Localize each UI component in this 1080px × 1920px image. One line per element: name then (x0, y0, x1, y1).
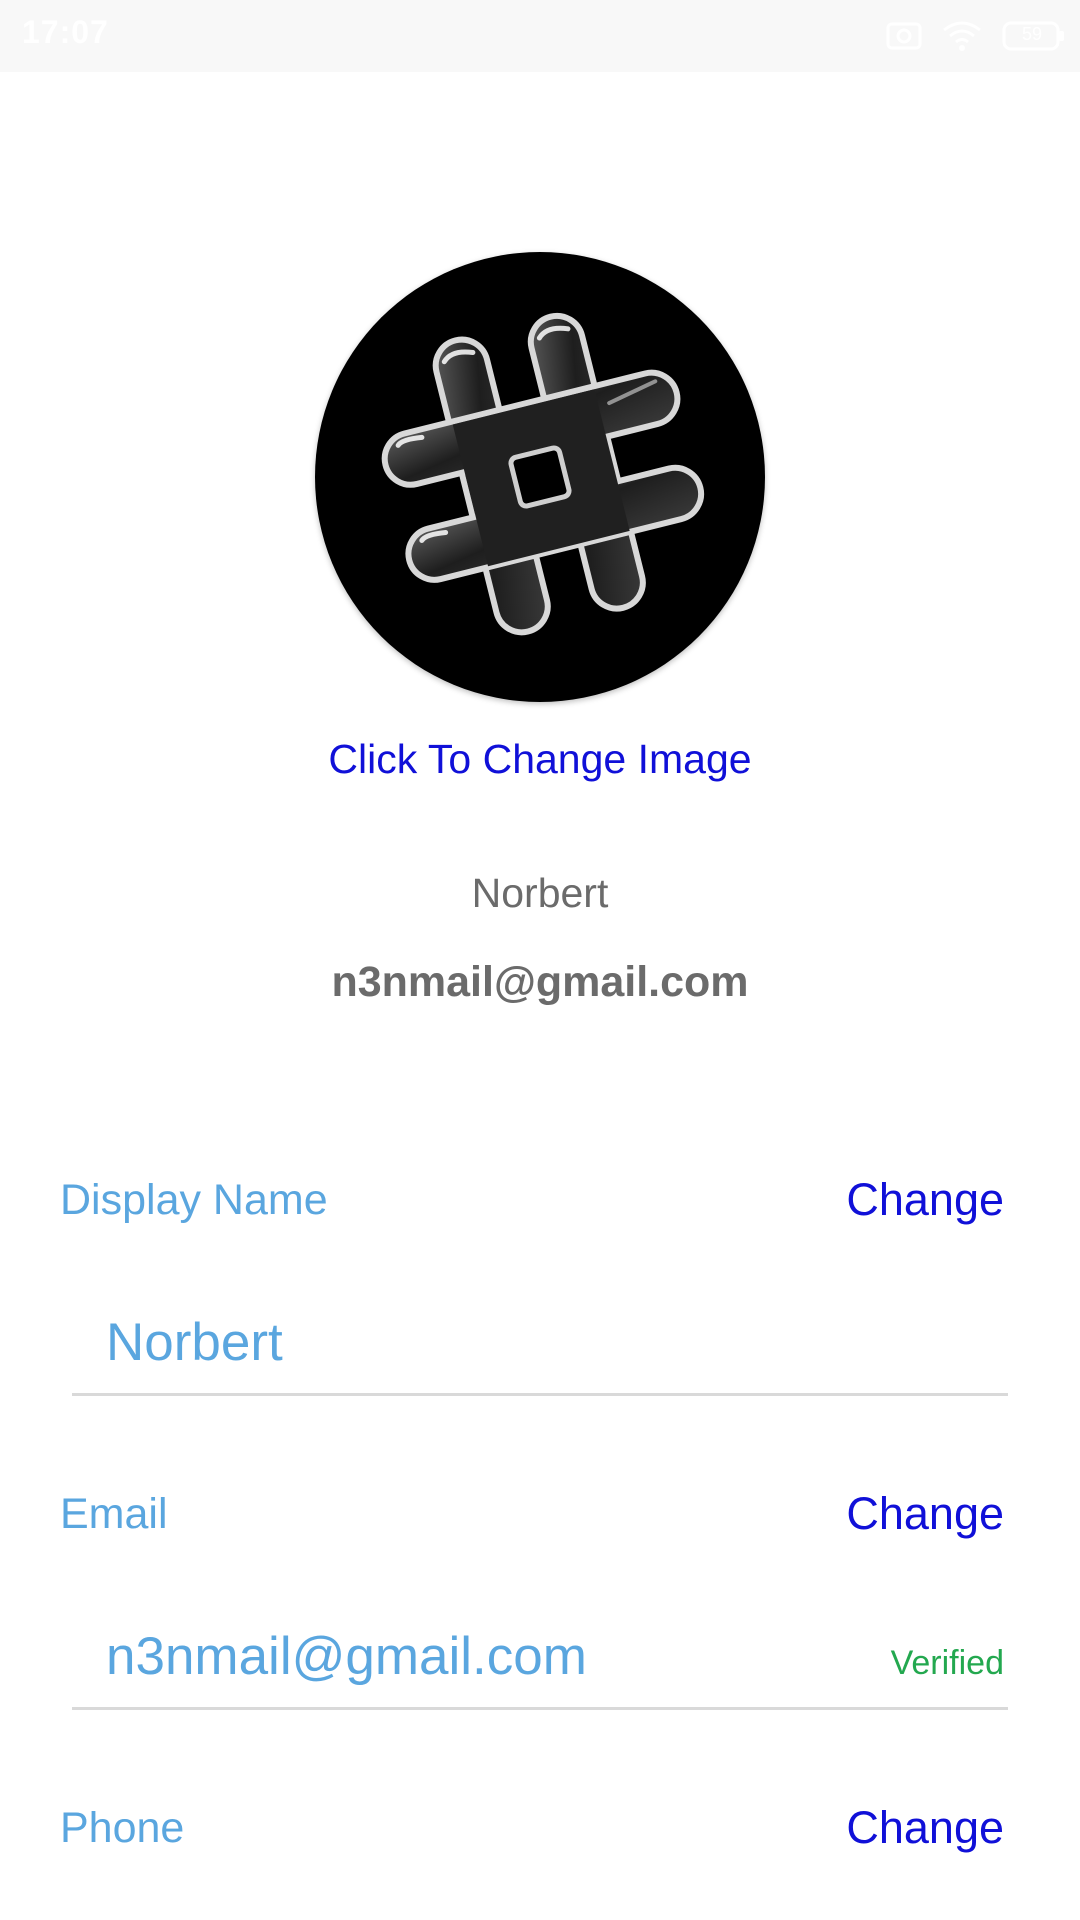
status-icons: 59 (886, 18, 1066, 54)
profile-avatar[interactable] (315, 252, 765, 702)
profile-name: Norbert (471, 870, 609, 916)
display-name-label: Display Name (60, 1176, 328, 1224)
profile-email: n3nmail@gmail.com (331, 958, 749, 1006)
email-verified-badge: Verified (890, 1644, 1004, 1682)
display-name-underline (72, 1393, 1008, 1396)
email-underline (72, 1707, 1008, 1710)
change-image-link[interactable]: Click To Change Image (0, 736, 1080, 783)
display-name-field[interactable]: Norbert (106, 1312, 283, 1373)
battery-level: 59 (1021, 24, 1043, 44)
battery-icon: 59 (1002, 20, 1066, 52)
change-phone-button[interactable]: Change (846, 1802, 1004, 1854)
email-field[interactable]: n3nmail@gmail.com (106, 1626, 587, 1687)
status-bar: 17:07 59 (0, 0, 1080, 72)
status-time: 17:07 (22, 14, 109, 50)
email-label: Email (60, 1490, 168, 1538)
hashtag-icon (381, 312, 705, 636)
phone-label: Phone (60, 1804, 185, 1852)
change-display-name-button[interactable]: Change (846, 1174, 1004, 1226)
change-email-button[interactable]: Change (846, 1488, 1004, 1540)
wifi-icon (942, 20, 982, 52)
screenshot-icon (886, 20, 922, 52)
